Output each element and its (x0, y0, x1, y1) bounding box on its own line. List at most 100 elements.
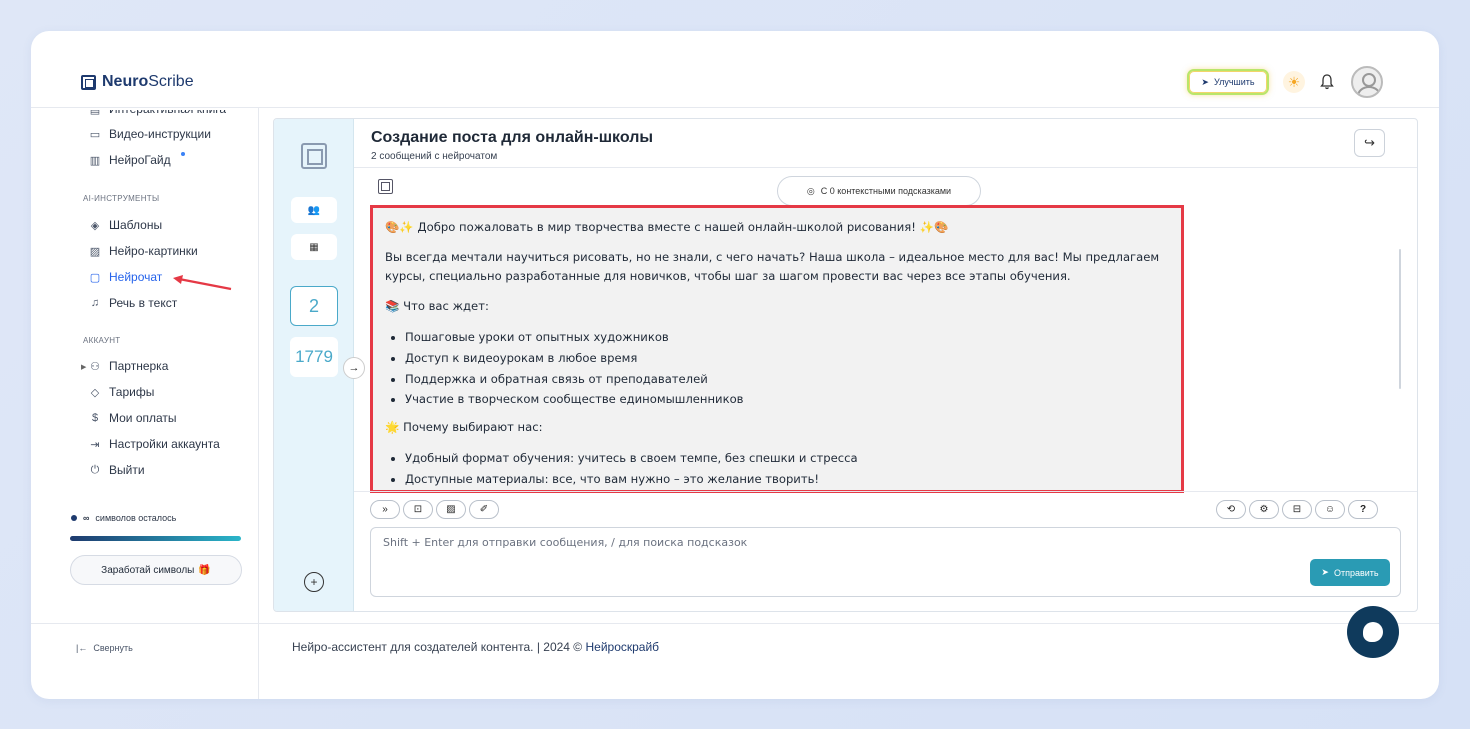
message-greeting: 🎨✨ Добро пожаловать в мир творчества вме… (385, 220, 949, 234)
sidebar-item-label: Нейро-картинки (109, 244, 198, 258)
message-what-heading: 📚 Что вас ждет: (385, 299, 489, 314)
video-icon: ▭ (89, 128, 101, 141)
app-window: NeuroScribe ➤ Улучшить ☀ ▤ Интерактивная… (31, 31, 1439, 699)
collapse-icon: |← (76, 643, 88, 653)
sidebar-item-settings[interactable]: ⇥ Настройки аккаунта (89, 437, 219, 451)
send-icon: ➤ (1321, 567, 1329, 577)
list-item: Поддержка и обратная связь от преподават… (405, 369, 1169, 390)
annotation-arrow-icon (173, 275, 232, 291)
symbols-progress-bar (70, 536, 241, 541)
sidebar-item-speech[interactable]: ♫ Речь в текст (89, 296, 177, 310)
settings-icon: ⇥ (90, 438, 100, 451)
list-item: Пошаговые уроки от опытных художников (405, 327, 1169, 348)
message-scrollbar[interactable] (1399, 249, 1401, 389)
chat-title: Создание поста для онлайн-школы (371, 129, 654, 146)
share-icon: ↪ (1364, 135, 1375, 150)
users-icon: ⚇ (90, 360, 100, 373)
sidebar-item-chat[interactable]: ▢ Нейрочат (89, 270, 163, 284)
power-icon: ⏻ (90, 463, 100, 476)
rocket-icon: ➤ (1201, 76, 1209, 87)
sidebar-item-templates[interactable]: ◈ Шаблоны (89, 218, 162, 232)
sidebar-item-label: Партнерка (109, 359, 169, 373)
send-button[interactable]: ➤ Отправить (1310, 559, 1390, 586)
section-title-ai: AI-ИНСТРУМЕНТЫ (83, 194, 160, 203)
sidebar-item-partner[interactable]: ⚇ Партнерка (89, 359, 168, 373)
expand-arrow-icon[interactable]: → (343, 357, 365, 379)
theme-toggle-sun-icon[interactable]: ☀ (1283, 71, 1305, 93)
sidebar-item-images[interactable]: ▨ Нейро-картинки (89, 244, 198, 258)
why-list: Удобный формат обучения: учитесь в своем… (405, 448, 1169, 490)
sidebar-item-video[interactable]: ▭ Видео-инструкции (89, 127, 211, 141)
list-item: Удобный формат обучения: учитесь в своем… (405, 448, 1169, 469)
symbols-remaining: ∞ символов осталось (71, 513, 176, 523)
layers-icon: ◈ (90, 219, 100, 232)
list-item: Участие в творческом сообществе единомыш… (405, 389, 1169, 410)
palette-icon: ◎ (806, 185, 815, 196)
toolbar-divider (354, 491, 1417, 492)
message-composer: ➤ Отправить (370, 527, 1401, 597)
list-item: Доступ к видеоурокам в любое время (405, 348, 1169, 369)
support-chat-button[interactable] (1347, 606, 1399, 658)
help-icon[interactable]: ? (1348, 500, 1378, 519)
save-icon[interactable]: ⊡ (403, 500, 433, 519)
message-why-heading: 🌟 Почему выбирают нас: (385, 420, 543, 435)
chat-panel: 👥 ▦ 2 1779 + → Создание поста для онлайн… (273, 118, 1418, 612)
notifications-bell-icon[interactable] (1317, 71, 1337, 93)
symbols-label: символов осталось (95, 513, 177, 523)
sidebar-item-label: Видео-инструкции (109, 127, 211, 141)
sidebar-item-payments[interactable]: $ Мои оплаты (89, 411, 177, 425)
plugin-icon[interactable]: ⟲ (1216, 500, 1246, 519)
users-button[interactable]: 👥 (291, 197, 337, 223)
sidebar-item-label: Шаблоны (109, 218, 163, 232)
upgrade-label: Улучшить (1213, 77, 1255, 87)
symbols-value: ∞ (83, 513, 90, 523)
footer-link[interactable]: Нейроскрайб (585, 640, 659, 654)
collapse-sidebar-button[interactable]: |← Свернуть (76, 643, 133, 653)
headphones-icon: ♫ (90, 297, 100, 309)
earn-label: Заработай символы (101, 564, 195, 576)
settings-gear-icon[interactable]: ⚙ (1249, 500, 1279, 519)
earn-symbols-button[interactable]: Заработай символы 🎁 (70, 555, 242, 585)
footer: Нейро-ассистент для создателей контента.… (292, 640, 659, 654)
title-divider (354, 167, 1417, 168)
sidebar-item-tariffs[interactable]: ◇ Тарифы (89, 385, 155, 399)
sidebar-item-label: Интерактивная книга (109, 102, 227, 116)
sidebar-item-logout[interactable]: ⏻ Выйти (89, 463, 145, 477)
send-label: Отправить (1333, 567, 1379, 578)
collapse-down-icon[interactable]: » (370, 500, 400, 519)
gift-icon: 🎁 (198, 564, 211, 576)
add-chat-icon[interactable]: + (304, 572, 324, 592)
logo-regular: Scribe (148, 73, 194, 90)
char-count: 1779 (290, 337, 338, 377)
section-title-account: АККАУНТ (83, 336, 121, 345)
context-hints-button[interactable]: ◎ С 0 контекстными подсказками (777, 176, 981, 206)
what-list: Пошаговые уроки от опытных художников До… (405, 327, 1169, 410)
sidebar-footer-divider (31, 623, 259, 624)
robot-icon[interactable]: ☺ (1315, 500, 1345, 519)
tag-icon: ◇ (90, 386, 100, 399)
status-dot (71, 515, 77, 521)
logo[interactable]: NeuroScribe (81, 73, 194, 91)
layout-icon[interactable]: ⊟ (1282, 500, 1312, 519)
magic-wand-icon[interactable]: ✐ (469, 500, 499, 519)
message-count: 2 (290, 286, 338, 326)
expand-caret-icon[interactable]: ▶ (81, 363, 86, 371)
sidebar-item-label: НейроГайд (109, 153, 171, 167)
hints-label: С 0 контекстными подсказками (820, 186, 952, 196)
sidebar-item-label: Речь в текст (109, 296, 178, 310)
list-item: Доступные материалы: все, что вам нужно … (405, 469, 1169, 490)
message-input[interactable] (383, 536, 1283, 549)
collapse-label: Свернуть (93, 643, 133, 653)
image-insert-icon[interactable]: ▨ (436, 500, 466, 519)
grid-button[interactable]: ▦ (291, 234, 337, 260)
sidebar-item-label: Мои оплаты (109, 411, 177, 425)
user-avatar[interactable] (1351, 66, 1383, 98)
sidebar-item-guide[interactable]: ▥ НейроГайд (89, 152, 185, 167)
footer-text: Нейро-ассистент для создателей контента.… (292, 640, 586, 654)
users-icon: 👥 (307, 204, 321, 216)
share-button[interactable]: ↪ (1354, 129, 1385, 157)
upgrade-button[interactable]: ➤ Улучшить (1187, 69, 1269, 95)
sidebar-item-book[interactable]: ▤ Интерактивная книга (89, 102, 227, 116)
message-intro: Вы всегда мечтали научиться рисовать, но… (385, 249, 1160, 284)
sidebar-item-label: Выйти (109, 463, 145, 477)
